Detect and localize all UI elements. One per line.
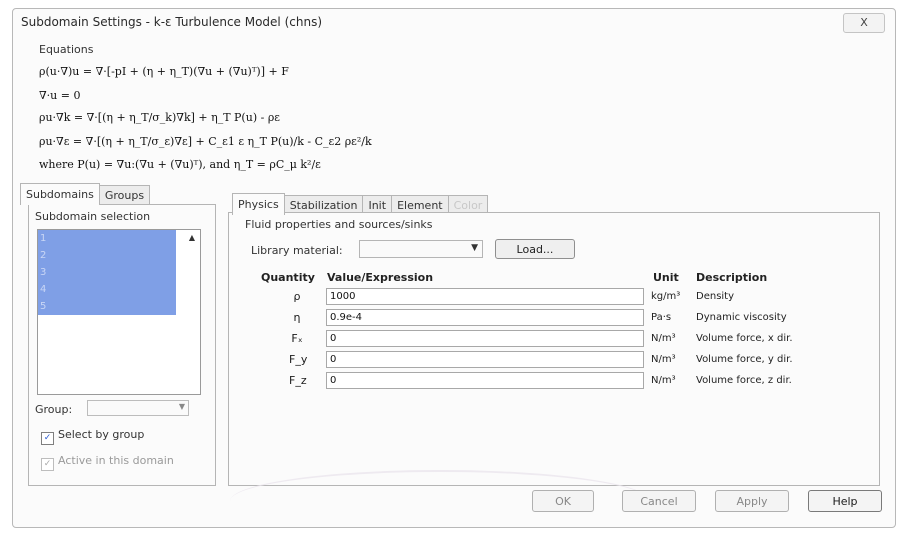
column-header-value: Value/Expression xyxy=(327,271,434,284)
subdomains-panel: Subdomain selection 1 2 3 4 5 ▲ Group: ▼… xyxy=(28,204,216,486)
list-item[interactable]: 3 xyxy=(38,264,176,281)
unit-text: N/m³ xyxy=(651,354,676,365)
subdomain-selection-label: Subdomain selection xyxy=(35,210,151,223)
equation-momentum: ρ(u·∇)u = ∇·[-pI + (η + η_T)(∇u + (∇u)ᵀ)… xyxy=(39,65,289,78)
column-header-quantity: Quantity xyxy=(261,271,315,284)
apply-button[interactable]: Apply xyxy=(715,490,789,512)
column-header-unit: Unit xyxy=(653,271,679,284)
group-label: Group: xyxy=(35,403,73,416)
group-select[interactable]: ▼ xyxy=(87,400,189,416)
close-button[interactable]: X xyxy=(843,13,885,33)
physics-panel: Fluid properties and sources/sinks Libra… xyxy=(228,212,880,486)
fluid-properties-label: Fluid properties and sources/sinks xyxy=(245,218,433,231)
quantity-symbol: F_z xyxy=(289,374,307,387)
list-item[interactable]: 4 xyxy=(38,281,176,298)
checkbox-checked-icon: ✓ xyxy=(41,432,54,445)
unit-text: Pa·s xyxy=(651,312,672,323)
ok-button[interactable]: OK xyxy=(532,490,594,512)
quantity-symbol: η xyxy=(293,311,301,324)
equations-label: Equations xyxy=(39,43,94,56)
chevron-down-icon: ▼ xyxy=(471,243,478,253)
unit-text: N/m³ xyxy=(651,333,676,344)
checkbox-checked-icon: ✓ xyxy=(41,458,54,471)
unit-text: N/m³ xyxy=(651,375,676,386)
tab-subdomains[interactable]: Subdomains xyxy=(20,183,100,205)
value-input-force-y[interactable]: 0 xyxy=(326,351,644,368)
column-header-description: Description xyxy=(696,271,768,284)
quantity-symbol: Fₓ xyxy=(291,332,303,345)
active-in-domain-checkbox: ✓ Active in this domain xyxy=(41,454,174,471)
list-item[interactable]: 1 xyxy=(38,230,176,247)
equation-continuity: ∇·u = 0 xyxy=(39,89,81,102)
equation-epsilon: ρu·∇ε = ∇·[(η + η_T/σ_ε)∇ε] + C_ε1 ε η_T… xyxy=(39,135,372,148)
chevron-down-icon: ▼ xyxy=(178,402,185,411)
dialog-title: Subdomain Settings - k-ε Turbulence Mode… xyxy=(21,15,323,29)
title-bar: Subdomain Settings - k-ε Turbulence Mode… xyxy=(13,9,895,35)
value-input-density[interactable]: 1000 xyxy=(326,288,644,305)
active-in-domain-label: Active in this domain xyxy=(58,454,174,467)
list-item[interactable]: 2 xyxy=(38,247,176,264)
list-item[interactable]: 5 xyxy=(38,298,176,315)
description-text: Density xyxy=(696,291,735,302)
close-icon: X xyxy=(860,16,868,29)
quantity-symbol: ρ xyxy=(293,290,301,303)
value-input-force-x[interactable]: 0 xyxy=(326,330,644,347)
equation-definitions: where P(u) = ∇u:(∇u + (∇u)ᵀ), and η_T = … xyxy=(39,158,321,171)
subdomain-listbox[interactable]: 1 2 3 4 5 ▲ xyxy=(37,229,201,395)
value-input-viscosity[interactable]: 0.9e-4 xyxy=(326,309,644,326)
scroll-up-icon[interactable]: ▲ xyxy=(184,230,200,246)
library-material-label: Library material: xyxy=(251,244,343,257)
description-text: Volume force, x dir. xyxy=(696,333,793,344)
cancel-button[interactable]: Cancel xyxy=(622,490,696,512)
select-by-group-label: Select by group xyxy=(58,428,145,441)
description-text: Volume force, y dir. xyxy=(696,354,793,365)
description-text: Volume force, z dir. xyxy=(696,375,792,386)
select-by-group-checkbox[interactable]: ✓ Select by group xyxy=(41,428,144,445)
equation-k: ρu·∇k = ∇·[(η + η_T/σ_k)∇k] + η_T P(u) -… xyxy=(39,111,280,124)
description-text: Dynamic viscosity xyxy=(696,312,787,323)
help-button[interactable]: Help xyxy=(808,490,882,512)
quantity-symbol: F_y xyxy=(289,353,308,366)
tab-physics[interactable]: Physics xyxy=(232,193,285,215)
equations-panel: Equations ρ(u·∇)u = ∇·[-pI + (η + η_T)(∇… xyxy=(29,37,889,187)
load-button[interactable]: Load... xyxy=(495,239,575,259)
tab-groups[interactable]: Groups xyxy=(98,185,151,205)
left-tab-strip: Subdomains Groups xyxy=(20,183,151,205)
value-input-force-z[interactable]: 0 xyxy=(326,372,644,389)
unit-text: kg/m³ xyxy=(651,291,681,302)
library-material-select[interactable]: ▼ xyxy=(359,240,483,258)
